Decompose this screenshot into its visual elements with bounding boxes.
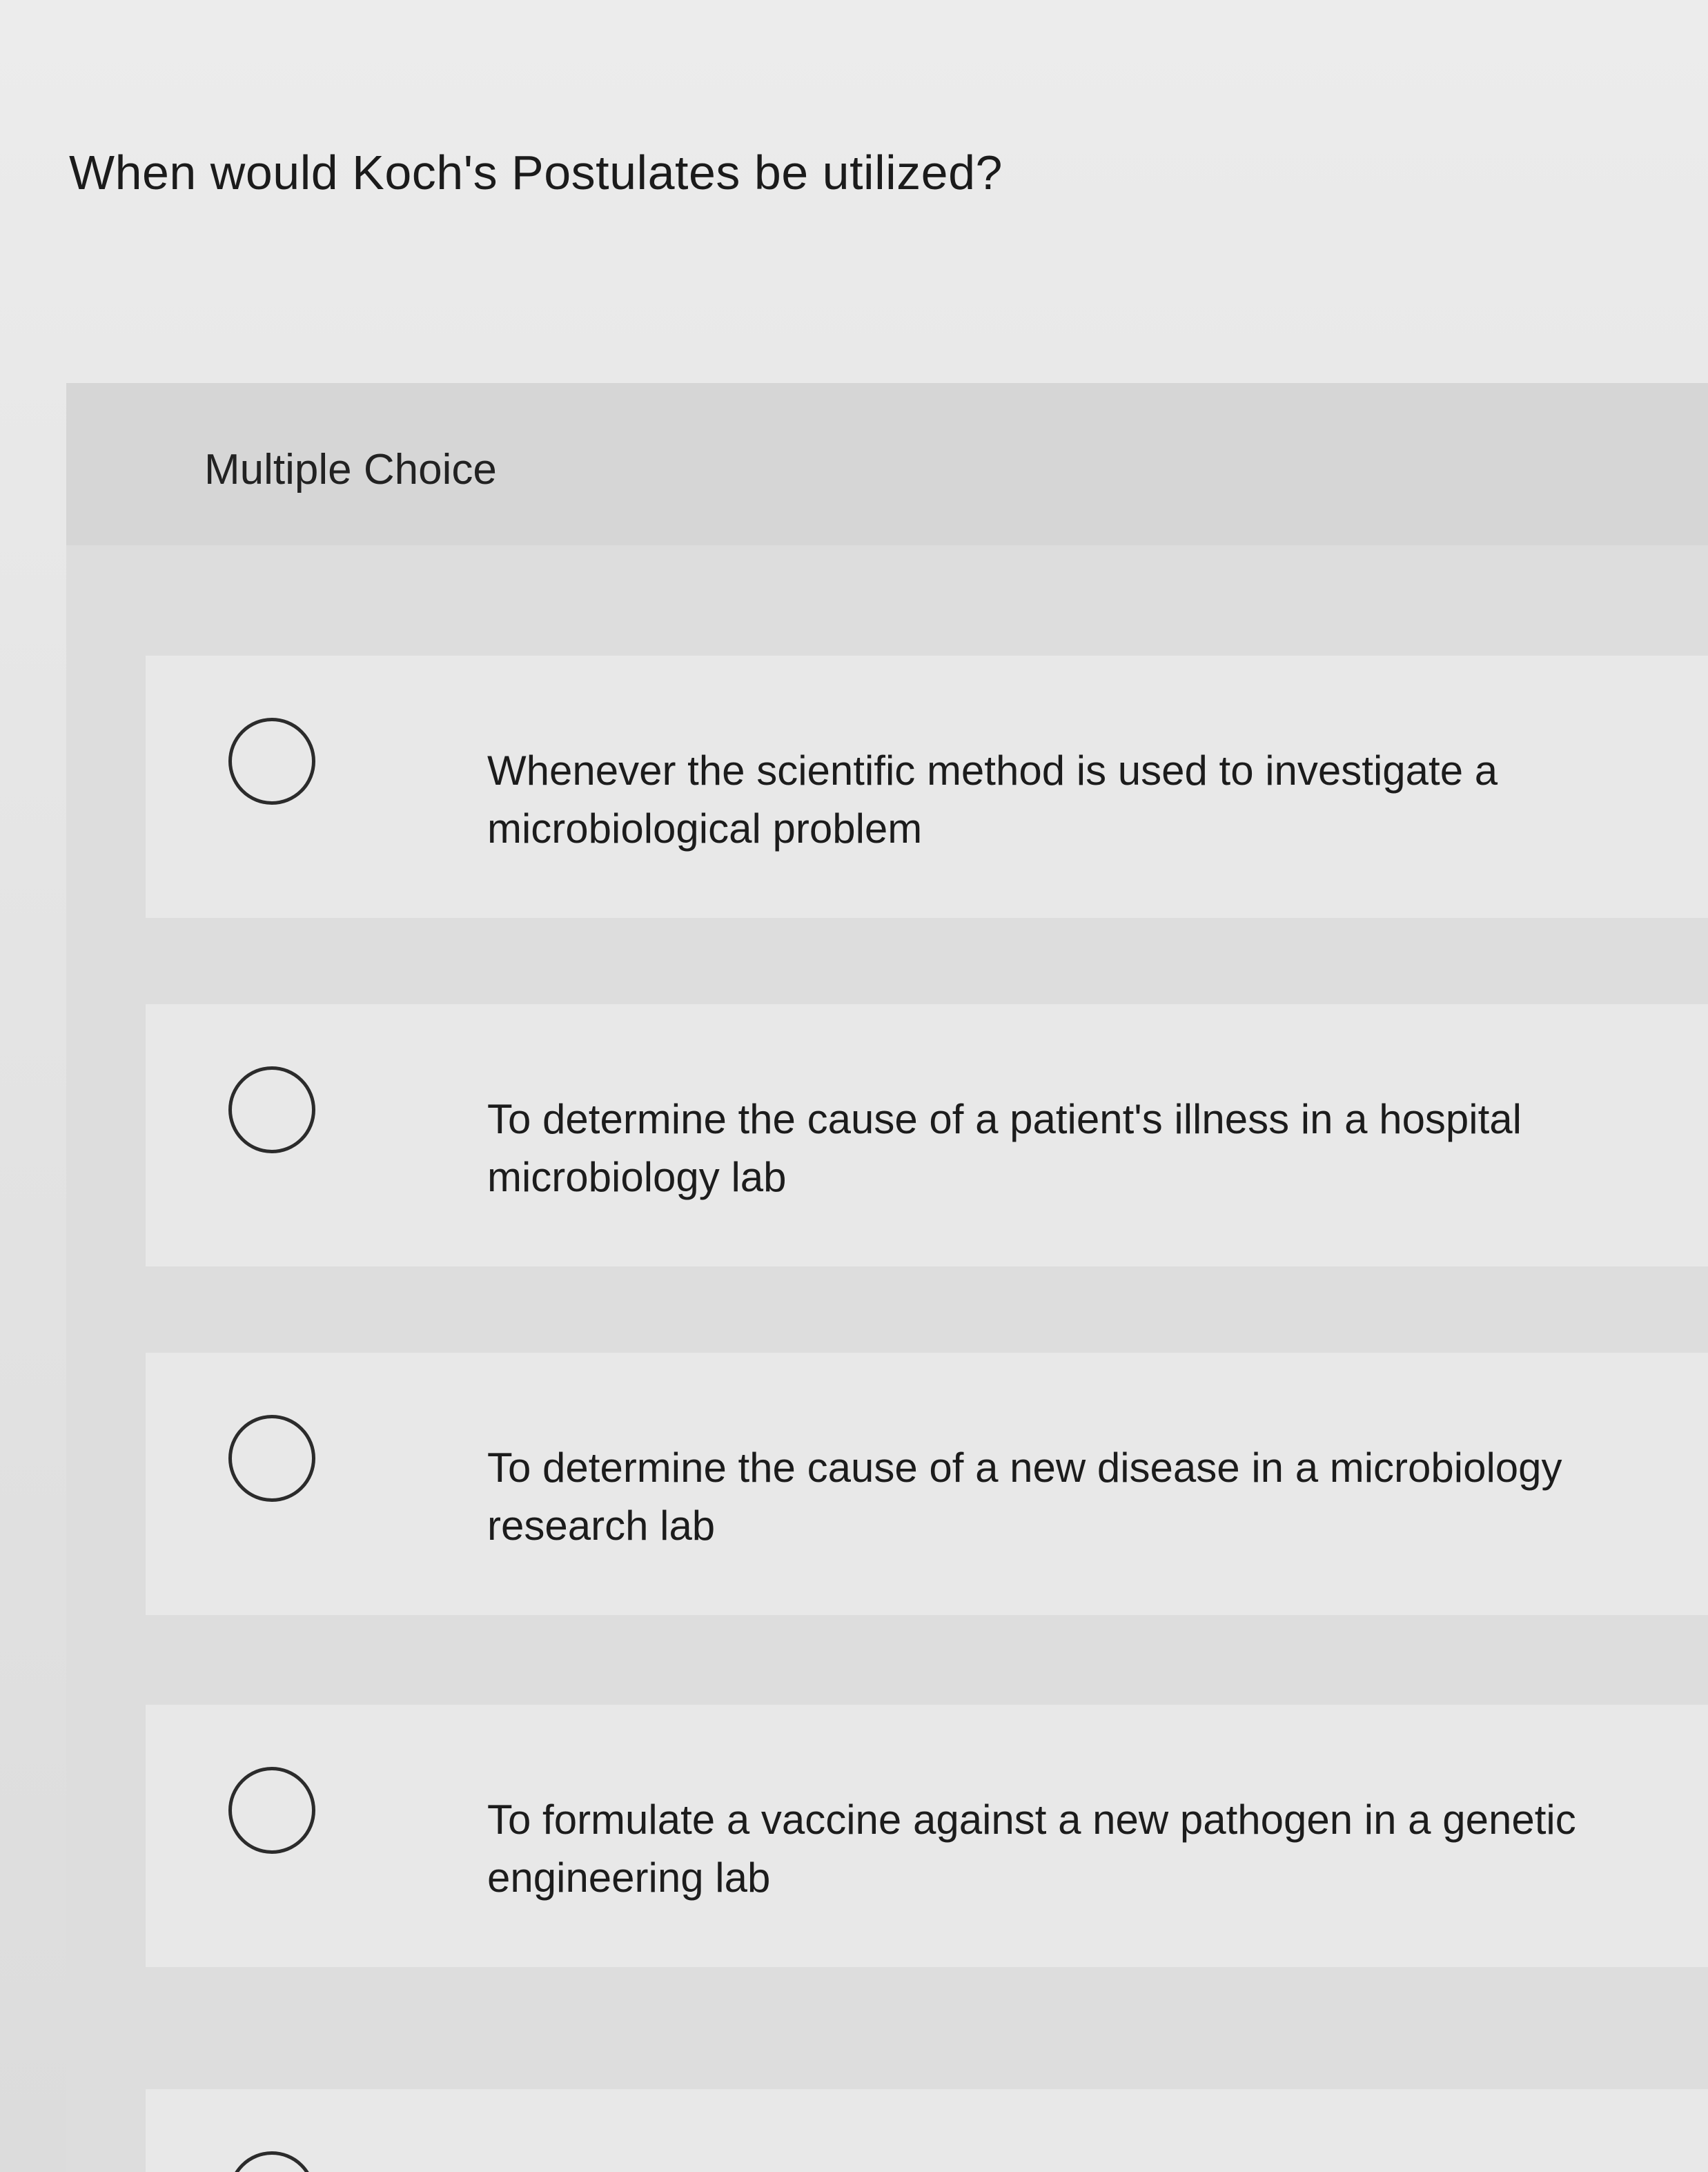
answer-panel-header: Multiple Choice [66, 383, 1708, 545]
answer-option-label: Whenever the scientific method is used t… [487, 747, 1498, 852]
radio-button-icon[interactable] [228, 1066, 315, 1153]
answer-option-1[interactable]: Whenever the scientific method is used t… [146, 656, 1708, 918]
answer-option-4[interactable]: To formulate a vaccine against a new pat… [146, 1705, 1708, 1967]
answer-option-label: To formulate a vaccine against a new pat… [487, 1797, 1576, 1901]
answer-option-label: To determine the cause of a patient's il… [487, 1096, 1522, 1200]
answer-option-5-partial[interactable] [146, 2089, 1708, 2172]
question-text: When would Koch's Postulates be utilized… [69, 146, 1003, 199]
radio-button-icon[interactable] [228, 2151, 315, 2172]
answer-option-2[interactable]: To determine the cause of a patient's il… [146, 1004, 1708, 1266]
radio-button-icon[interactable] [228, 718, 315, 805]
radio-button-icon[interactable] [228, 1415, 315, 1502]
answer-option-label: To determine the cause of a new disease … [487, 1445, 1562, 1549]
answer-panel: Multiple Choice Whenever the scientific … [66, 383, 1708, 2172]
answer-option-3[interactable]: To determine the cause of a new disease … [146, 1353, 1708, 1615]
question-type-label: Multiple Choice [204, 446, 497, 493]
radio-button-icon[interactable] [228, 1767, 315, 1854]
